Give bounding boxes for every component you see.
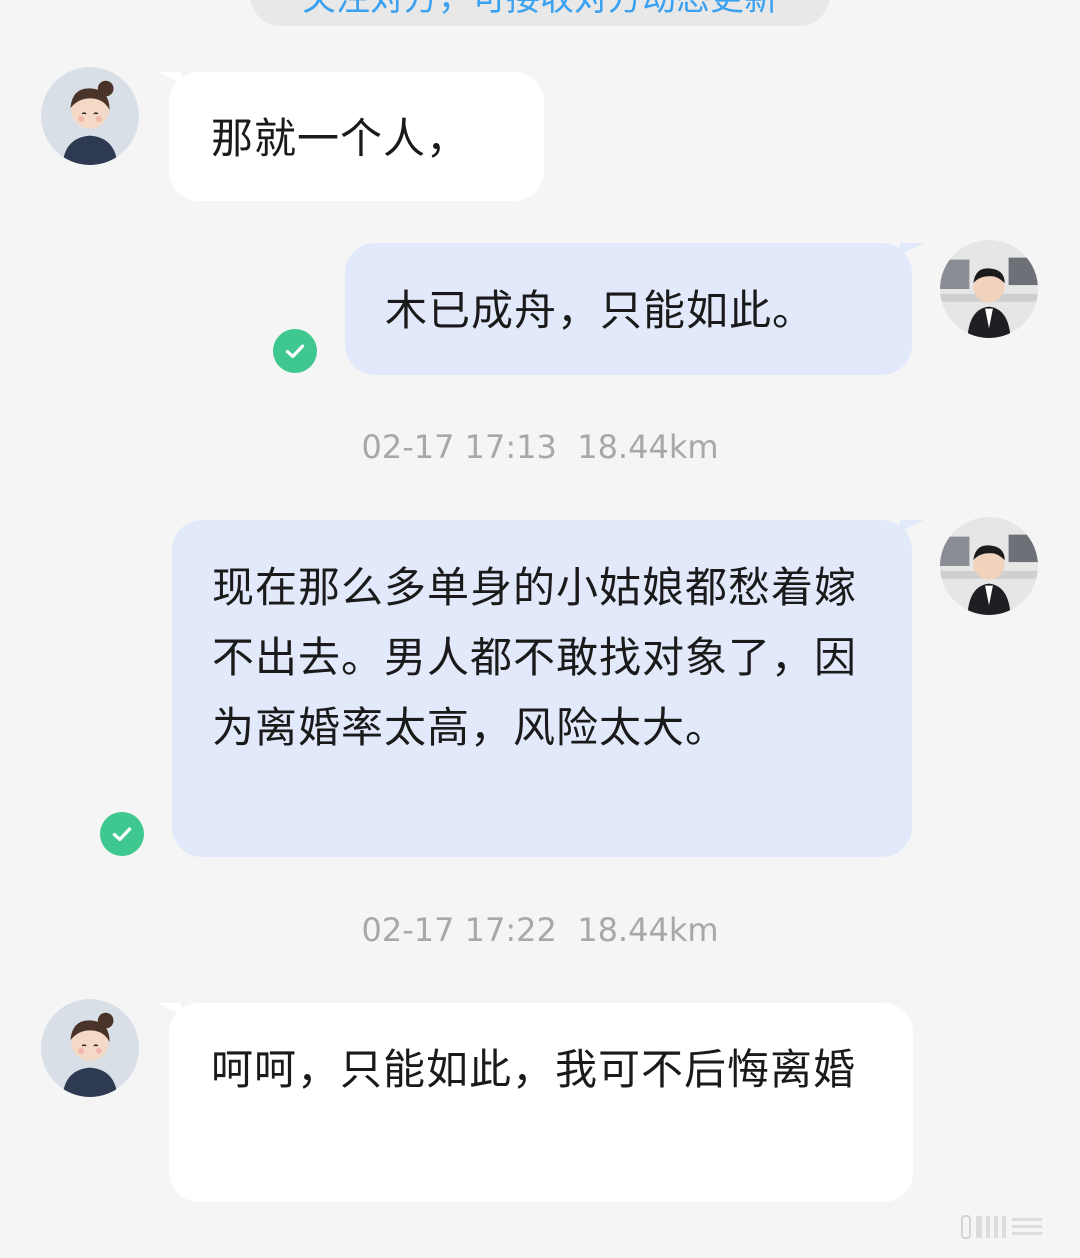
message-bubble-outgoing[interactable]: 木已成舟，只能如此。 [345, 243, 924, 375]
message-text: 木已成舟，只能如此。 [385, 286, 816, 335]
contact-avatar[interactable] [41, 67, 139, 165]
message-text: 现在那么多单身的小姑娘都愁着嫁不出去。男人都不敢找对象了，因为离婚率太高，风险太… [212, 563, 858, 752]
self-avatar[interactable] [940, 517, 1038, 615]
message-bubble-outgoing[interactable]: 现在那么多单身的小姑娘都愁着嫁不出去。男人都不敢找对象了，因为离婚率太高，风险太… [172, 520, 924, 857]
timestamp: 02-17 17:22 18.44km [0, 911, 1080, 949]
message-bubble-incoming[interactable]: 那就一个人， [159, 72, 544, 201]
contact-avatar[interactable] [41, 999, 139, 1097]
follow-notice-text: 关注对方，可接收对方动态更新 [302, 0, 778, 20]
check-circle-icon [273, 329, 317, 373]
message-text: 那就一个人， [211, 114, 470, 163]
check-circle-icon [100, 812, 144, 856]
message-bubble-incoming[interactable]: 呵呵，只能如此，我可不后悔离婚 [159, 1003, 913, 1202]
timestamp-time: 02-17 17:22 [361, 911, 557, 949]
self-avatar[interactable] [940, 240, 1038, 338]
follow-notice[interactable]: 关注对方，可接收对方动态更新 [250, 0, 830, 26]
timestamp-time: 02-17 17:13 [361, 428, 557, 466]
message-text: 呵呵，只能如此，我可不后悔离婚 [211, 1045, 857, 1094]
watermark-icon [902, 1210, 1062, 1244]
timestamp: 02-17 17:13 18.44km [0, 428, 1080, 466]
timestamp-distance: 18.44km [577, 911, 719, 949]
timestamp-distance: 18.44km [577, 428, 719, 466]
